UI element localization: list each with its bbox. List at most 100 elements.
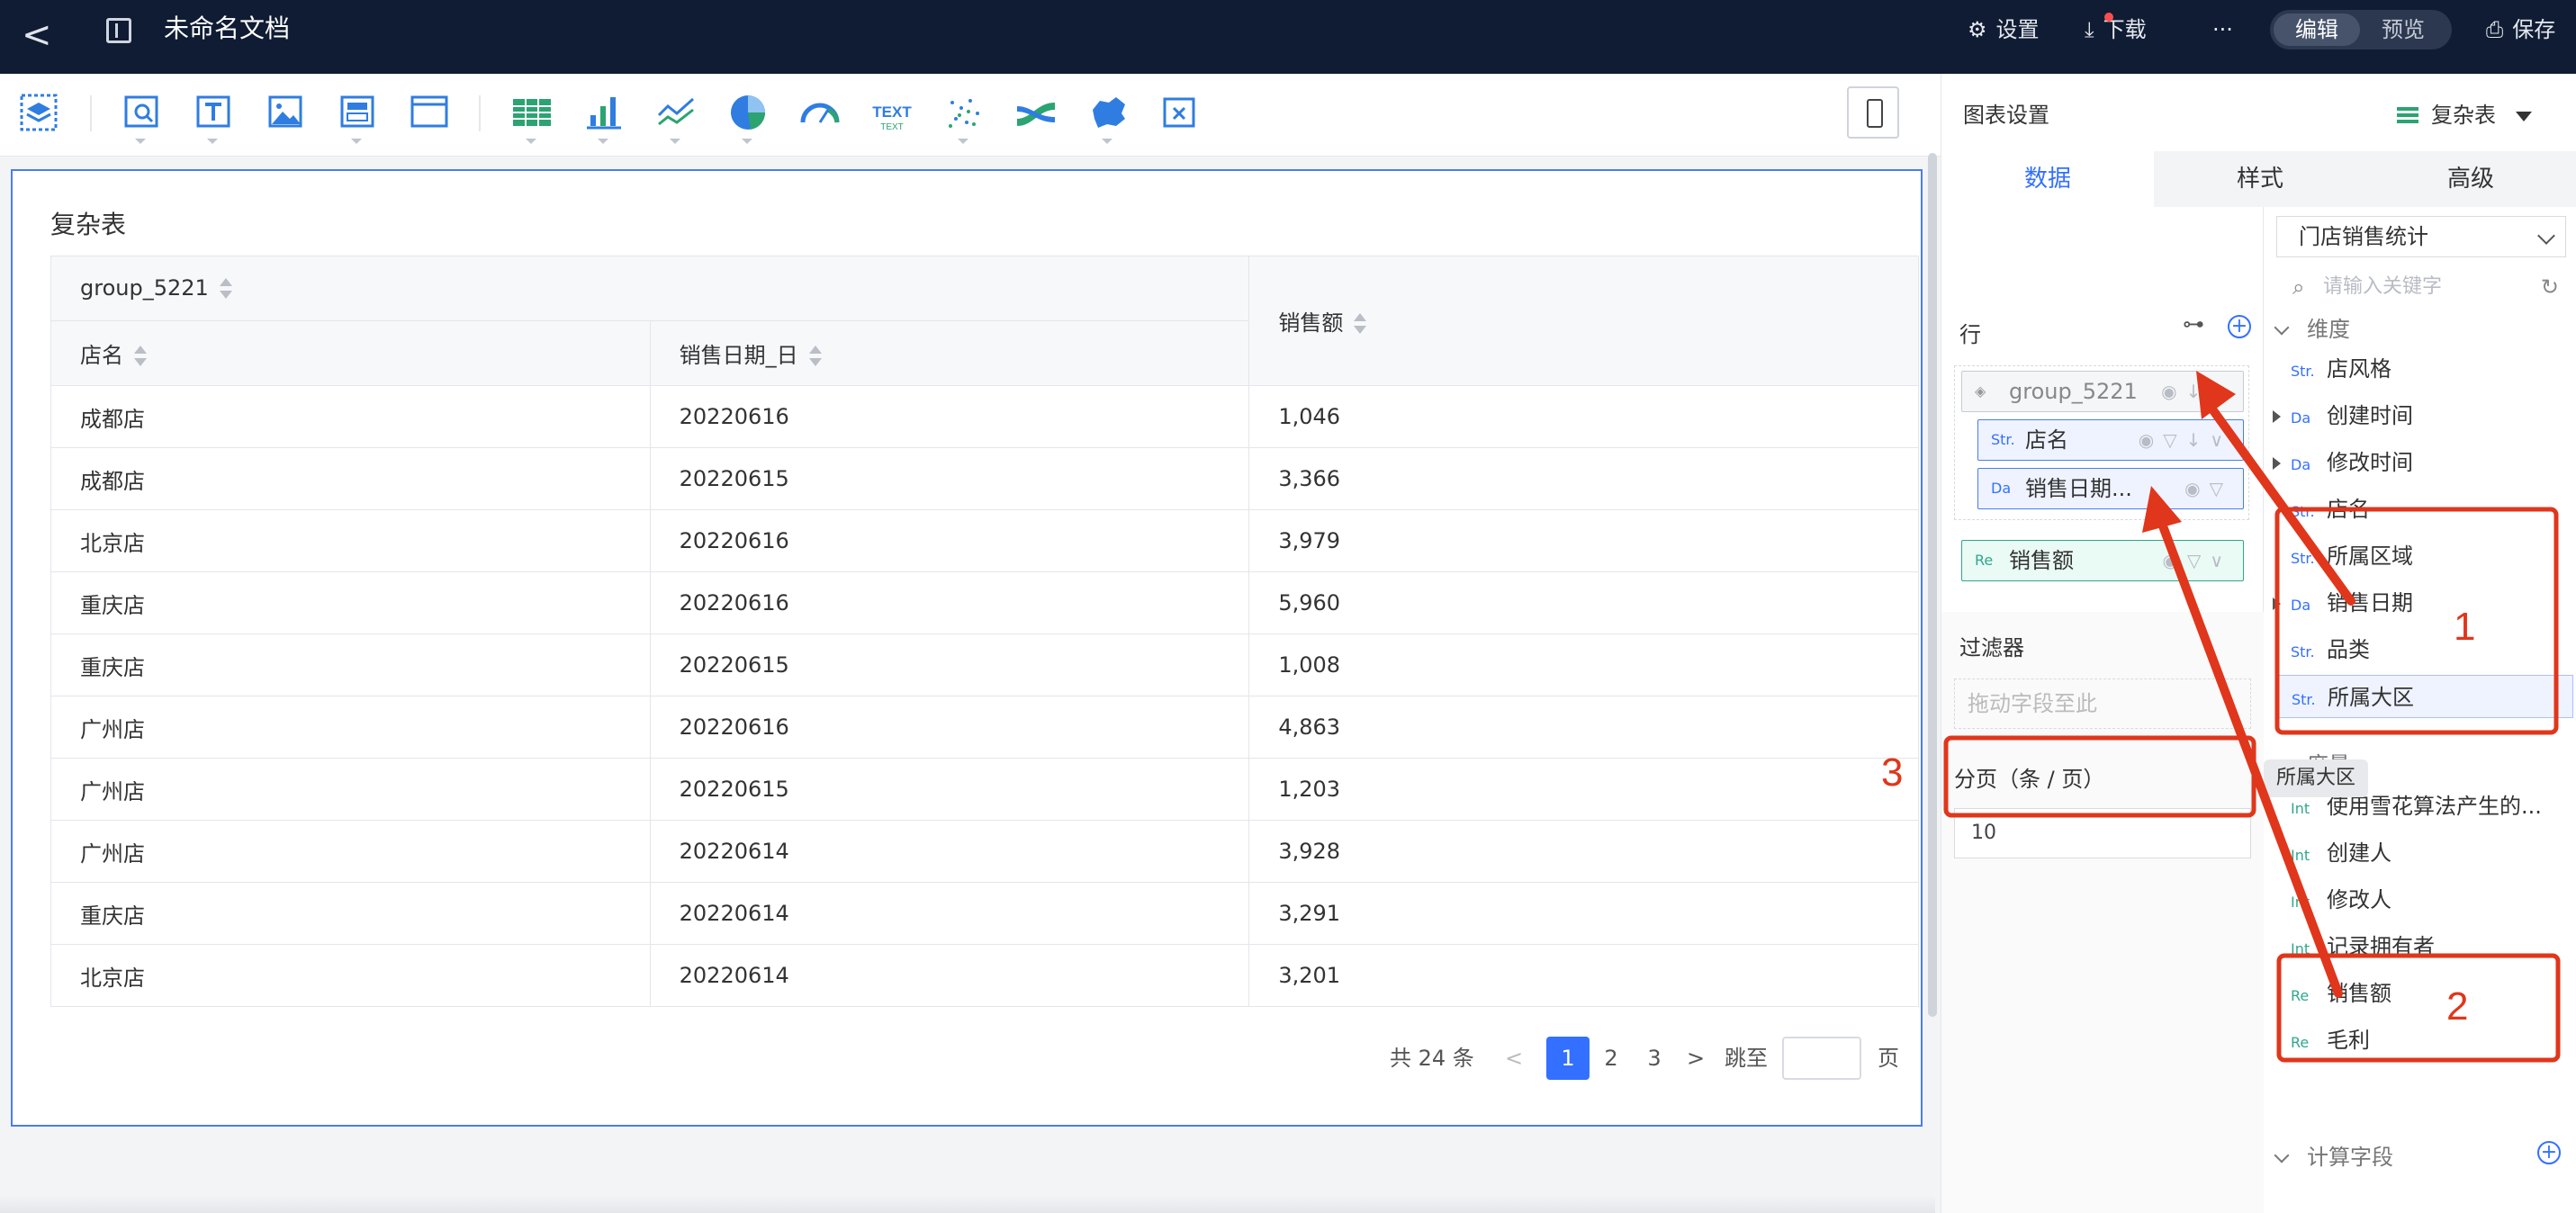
page-size-input[interactable]: 10 [1954, 808, 2251, 858]
date-header[interactable]: 销售日期_日 [649, 320, 1250, 386]
complex-table-widget[interactable]: 复杂表 group_5221 销售额 店名 销售日期_日 成都店 20220616… [11, 169, 1923, 1127]
dimension-item[interactable]: Str. 店风格 [2291, 347, 2391, 391]
measure-item[interactable]: Int 创建人 [2291, 831, 2391, 875]
field-type-tag: Str. [2291, 550, 2315, 567]
tab-style[interactable]: 样式 [2154, 151, 2366, 207]
table-row[interactable]: 成都店 20220616 1,046 [50, 385, 1919, 448]
bar-chart-icon[interactable] [581, 92, 626, 144]
sort-icon[interactable] [1354, 311, 1367, 337]
table-cell-date: 20220616 [649, 571, 1250, 634]
settings-button[interactable]: ⚙ 设置 [1968, 14, 2040, 45]
table-row[interactable]: 重庆店 20220615 1,008 [50, 633, 1919, 696]
field-actions-icon[interactable]: ◉▽ [2184, 469, 2232, 508]
table-row[interactable]: 重庆店 20220616 5,960 [50, 571, 1919, 634]
expand-icon[interactable] [2273, 410, 2281, 423]
top-bar: < 未命名文档 ⚙ 设置 ⤓ 下载 ··· 编辑 预览 ⎙ 保存 [0, 0, 2576, 74]
dimension-item[interactable]: Da 修改时间 [2273, 441, 2413, 484]
dimension-name: 创建时间 [2327, 403, 2413, 428]
row-field-group[interactable]: ◈ group_5221 ◉↓∨ [1961, 371, 2244, 412]
chevron-down-icon [1102, 139, 1112, 144]
group-header[interactable]: group_5221 [50, 256, 1250, 321]
jump-page-input[interactable] [1782, 1037, 1861, 1080]
refresh-icon[interactable]: ↻ [2541, 268, 2559, 306]
document-title[interactable]: 未命名文档 [164, 11, 290, 47]
map-icon[interactable] [1085, 92, 1130, 144]
page-2-button[interactable]: 2 [1590, 1037, 1633, 1080]
custom-chart-icon[interactable] [1157, 92, 1202, 133]
filter-dropzone[interactable]: 拖动字段至此 [1954, 678, 2251, 729]
measure-item[interactable]: Int 修改人 [2291, 878, 2391, 921]
dataset-label: 门店销售统计 [2299, 224, 2428, 249]
row-field-store[interactable]: Str. 店名 ◉▽↓∨ [1977, 419, 2244, 461]
add-row-icon[interactable]: + [2228, 315, 2251, 338]
dimension-item[interactable]: Str. 所属区域 [2291, 535, 2413, 578]
tab-advanced[interactable]: 高级 [2364, 151, 2576, 207]
iframe-icon[interactable] [407, 92, 452, 133]
sort-icon[interactable] [134, 344, 147, 369]
sort-icon[interactable] [808, 344, 822, 369]
pie-chart-icon[interactable] [725, 92, 770, 144]
query-control-icon[interactable] [119, 92, 164, 144]
image-icon[interactable] [263, 92, 308, 133]
dimension-item[interactable]: Str. 所属大区 [2276, 675, 2573, 718]
dimension-item[interactable]: Da 创建时间 [2273, 394, 2413, 437]
expand-icon[interactable] [2273, 457, 2281, 470]
canvas-scrollbar[interactable] [1928, 153, 1937, 1017]
page-3-button[interactable]: 3 [1633, 1037, 1676, 1080]
field-actions-icon[interactable]: ◉▽∨ [2163, 541, 2232, 580]
table-row[interactable]: 广州店 20220614 3,928 [50, 820, 1919, 883]
download-button[interactable]: ⤓ 下载 [2085, 13, 2147, 45]
group-header-label: group_5221 [80, 275, 209, 301]
chevron-down-icon [2537, 227, 2555, 245]
chart-type-select[interactable]: 复杂表 [2397, 97, 2532, 129]
word-cloud-icon[interactable]: TEXT TEXT [869, 92, 914, 133]
next-page-button[interactable]: > [1687, 1037, 1705, 1080]
dimension-item[interactable]: Str. 店名 [2291, 488, 2370, 531]
measure-item[interactable]: Int 记录拥有者 [2291, 925, 2435, 968]
tree-structure-icon[interactable]: ⊶ [2183, 311, 2204, 337]
table-row[interactable]: 北京店 20220616 3,979 [50, 509, 1919, 572]
row-field-sale-date[interactable]: Da 销售日期... ◉▽ [1977, 468, 2244, 509]
add-calc-field-icon[interactable]: + [2537, 1141, 2561, 1164]
scatter-icon[interactable] [941, 92, 986, 144]
sort-icon[interactable] [219, 276, 232, 301]
preview-mode-button[interactable]: 预览 [2360, 13, 2446, 46]
measure-field-sales[interactable]: Re 销售额 ◉▽∨ [1961, 540, 2244, 581]
layers-icon[interactable] [16, 92, 61, 133]
dimensions-group[interactable]: 维度 [2274, 311, 2350, 343]
table-row[interactable]: 重庆店 20220614 3,291 [50, 882, 1919, 945]
measure-item[interactable]: Re 毛利 [2291, 1019, 2370, 1062]
field-actions-icon[interactable]: ◉↓∨ [2161, 372, 2232, 411]
chevron-down-icon [2274, 319, 2290, 336]
tab-data[interactable]: 数据 [1941, 151, 2154, 207]
back-icon[interactable]: < [22, 13, 52, 58]
more-button[interactable]: ··· [2212, 14, 2233, 45]
field-actions-icon[interactable]: ◉▽↓∨ [2139, 420, 2232, 460]
table-row[interactable]: 广州店 20220615 1,203 [50, 758, 1919, 821]
store-header[interactable]: 店名 [50, 320, 651, 386]
expand-icon[interactable] [2273, 598, 2281, 610]
table-row[interactable]: 成都店 20220615 3,366 [50, 447, 1919, 510]
line-chart-icon[interactable] [653, 92, 698, 144]
amount-header[interactable]: 销售额 [1248, 256, 1919, 386]
table-row[interactable]: 北京店 20220614 3,201 [50, 944, 1919, 1007]
page-1-button[interactable]: 1 [1546, 1037, 1590, 1080]
prev-page-button[interactable]: < [1505, 1037, 1523, 1080]
search-icon: ⌕ [2292, 274, 2305, 300]
sankey-icon[interactable] [1013, 92, 1058, 133]
dimension-item[interactable]: Str. 品类 [2291, 628, 2370, 671]
save-button[interactable]: ⎙ 保存 [2486, 14, 2555, 45]
text-control-icon[interactable] [191, 92, 236, 144]
gauge-icon[interactable] [797, 92, 842, 133]
tab-component-icon[interactable] [335, 92, 380, 144]
dataset-select[interactable]: 门店销售统计 [2276, 216, 2566, 257]
measure-item[interactable]: Re 销售额 [2291, 972, 2391, 1015]
edit-mode-button[interactable]: 编辑 [2274, 13, 2360, 46]
table-row[interactable]: 广州店 20220616 4,863 [50, 696, 1919, 759]
table-icon[interactable] [509, 92, 554, 144]
field-search-input[interactable]: ⌕ 请输入关键字 ↻ [2276, 268, 2566, 306]
mobile-preview-button[interactable] [1847, 86, 1899, 139]
table-cell-amount: 1,046 [1248, 385, 1919, 448]
dimension-item[interactable]: Da 销售日期 [2273, 581, 2413, 624]
calc-fields-group[interactable]: 计算字段 [2274, 1139, 2393, 1171]
